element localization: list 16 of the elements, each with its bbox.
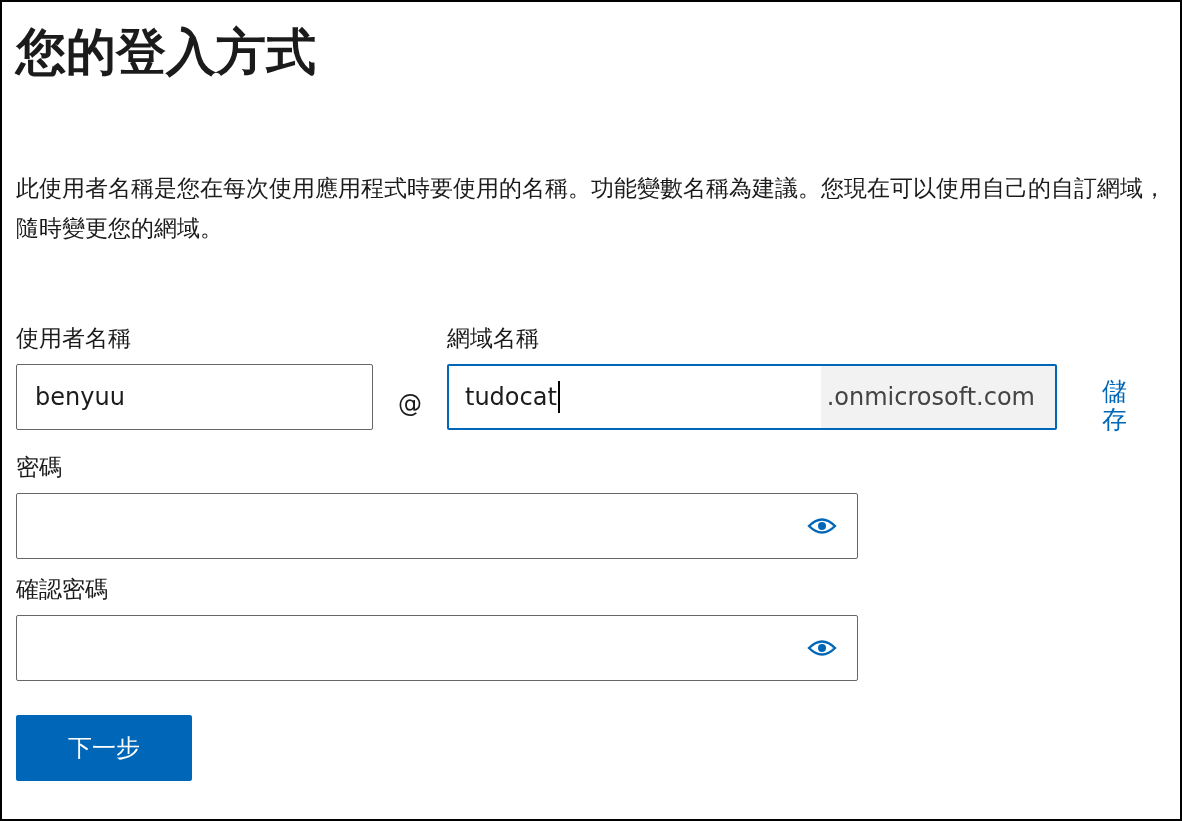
description-text: 此使用者名稱是您在每次使用應用程式時要使用的名稱。功能變數名稱為建議。您現在可以使用自己的自訂網域，隨時變更您的網域。 bbox=[16, 174, 1166, 243]
domain-suffix: .onmicrosoft.com bbox=[820, 366, 1055, 428]
eye-icon[interactable] bbox=[807, 516, 837, 536]
password-label: 密碼 bbox=[16, 453, 62, 482]
page-title: 您的登入方式 bbox=[16, 22, 316, 83]
at-sign: @ bbox=[397, 389, 423, 420]
password-field[interactable] bbox=[16, 493, 858, 559]
next-button[interactable]: 下一步 bbox=[16, 715, 192, 781]
username-field[interactable]: benyuu bbox=[16, 364, 373, 430]
eye-icon[interactable] bbox=[807, 638, 837, 658]
domain-field[interactable]: tudocat .onmicrosoft.com bbox=[447, 364, 1057, 430]
username-label: 使用者名稱 bbox=[16, 324, 131, 353]
password-field[interactable] bbox=[16, 615, 858, 681]
save-link[interactable]: 儲存 bbox=[1102, 378, 1127, 433]
password-label: 確認密碼 bbox=[16, 575, 108, 604]
domain-label: 網域名稱 bbox=[447, 324, 539, 353]
